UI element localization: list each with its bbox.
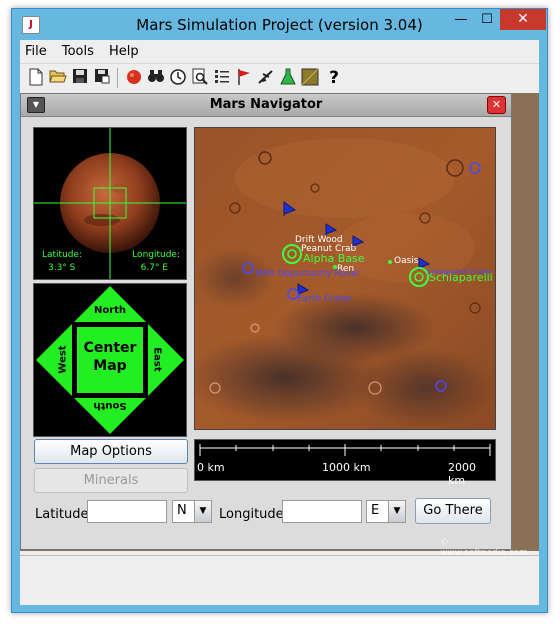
- navigator-title-bar: ▼ Mars Navigator ✕: [21, 94, 511, 117]
- longitude-input[interactable]: [282, 500, 362, 523]
- compass-west-label[interactable]: West: [58, 340, 69, 380]
- oasis-marker-icon[interactable]: [388, 260, 392, 264]
- desktop-area: ▼ Mars Navigator ✕ Latitude: 3.3° S Long…: [20, 93, 539, 558]
- close-icon[interactable]: ✕: [487, 96, 506, 114]
- map-label-crater[interactable]: Earth Crater: [297, 294, 352, 304]
- map-label-oasis[interactable]: Oasis: [394, 256, 418, 266]
- mars-navigator-frame: ▼ Mars Navigator ✕ Latitude: 3.3° S Long…: [20, 93, 512, 550]
- mars-globe-icon[interactable]: [124, 68, 144, 88]
- scale-label-zero: 0 km: [197, 461, 225, 474]
- chevron-down-icon[interactable]: ▼: [388, 501, 405, 522]
- toolbar: ?: [20, 63, 539, 92]
- list-icon[interactable]: [212, 68, 232, 88]
- search-icon[interactable]: [190, 68, 210, 88]
- help-icon[interactable]: ?: [324, 68, 344, 88]
- map-options-button[interactable]: Map Options: [34, 439, 188, 464]
- compass-panel: North South West East Center Map: [33, 283, 187, 437]
- scale-label-max: 2000 km: [448, 461, 476, 487]
- latitude-direction-value: N: [177, 503, 187, 518]
- map-label-schiaparelli-crater[interactable]: Schiaparelli Crater: [427, 268, 492, 276]
- app-window: J Mars Simulation Project (version 3.04)…: [11, 8, 548, 613]
- minerals-button[interactable]: Minerals: [34, 468, 188, 493]
- clock-icon[interactable]: [168, 68, 188, 88]
- north-arrow[interactable]: [92, 286, 128, 304]
- open-icon[interactable]: [48, 68, 68, 88]
- maximize-button[interactable]: ☐: [474, 9, 500, 30]
- save-as-icon[interactable]: [92, 68, 112, 88]
- west-arrow[interactable]: [36, 342, 54, 378]
- surface-map[interactable]: Drift Wood Peanut Crab Alpha Base Ren ME…: [194, 127, 496, 430]
- east-arrow[interactable]: [166, 342, 184, 378]
- plane-icon[interactable]: [256, 68, 276, 88]
- save-icon[interactable]: [70, 68, 90, 88]
- client-area: File Tools Help ? ▼ Mars Navigator ✕ Lat…: [20, 40, 539, 605]
- navigator-title: Mars Navigator: [209, 97, 323, 112]
- map-label-mer[interactable]: MER Opportunity Rover: [255, 269, 360, 279]
- globe-longitude-label: Longitude:: [132, 250, 180, 260]
- minimize-button[interactable]: —: [448, 9, 474, 30]
- center-map-line2[interactable]: Map: [76, 358, 144, 374]
- map-scale-panel: 0 km 1000 km 2000 km: [194, 439, 496, 487]
- go-there-button[interactable]: Go There: [415, 498, 491, 524]
- binoculars-icon[interactable]: [146, 68, 166, 88]
- longitude-direction-value: E: [371, 503, 380, 518]
- globe-latitude-label: Latitude:: [42, 250, 83, 260]
- flask-icon[interactable]: [278, 68, 298, 88]
- menu-bar: File Tools Help: [20, 40, 539, 62]
- longitude-direction-select[interactable]: E ▼: [366, 500, 406, 523]
- globe-longitude-value: 6.7° E: [140, 263, 168, 273]
- compass-south-label[interactable]: South: [34, 400, 186, 411]
- menu-file[interactable]: File: [20, 41, 52, 59]
- close-button[interactable]: ✕: [500, 9, 546, 30]
- latitude-label: Latitude:: [35, 507, 93, 522]
- menu-tools[interactable]: Tools: [57, 41, 99, 59]
- globe-latitude-value: 3.3° S: [48, 263, 76, 273]
- center-map-line1[interactable]: Center: [76, 340, 144, 356]
- map-icon[interactable]: [300, 68, 320, 88]
- toolbar-separator: [117, 68, 118, 88]
- map-label-alpha-base[interactable]: Alpha Base: [303, 252, 365, 265]
- latitude-direction-select[interactable]: N ▼: [172, 500, 212, 523]
- scale-label-mid: 1000 km: [322, 461, 371, 474]
- globe-panel[interactable]: Latitude: 3.3° S Longitude: 6.7° E: [33, 127, 187, 280]
- title-bar: J Mars Simulation Project (version 3.04)…: [12, 9, 547, 40]
- flag-icon[interactable]: [234, 68, 254, 88]
- chevron-down-icon[interactable]: ▼: [194, 501, 211, 522]
- south-arrow[interactable]: [92, 416, 128, 434]
- menu-help[interactable]: Help: [104, 41, 144, 59]
- new-icon[interactable]: [26, 68, 46, 88]
- status-bar: [20, 555, 539, 605]
- longitude-label: Longitude:: [219, 507, 289, 522]
- compass-north-label[interactable]: North: [34, 305, 186, 316]
- compass-east-label[interactable]: East: [152, 340, 163, 380]
- latitude-input[interactable]: [87, 500, 167, 523]
